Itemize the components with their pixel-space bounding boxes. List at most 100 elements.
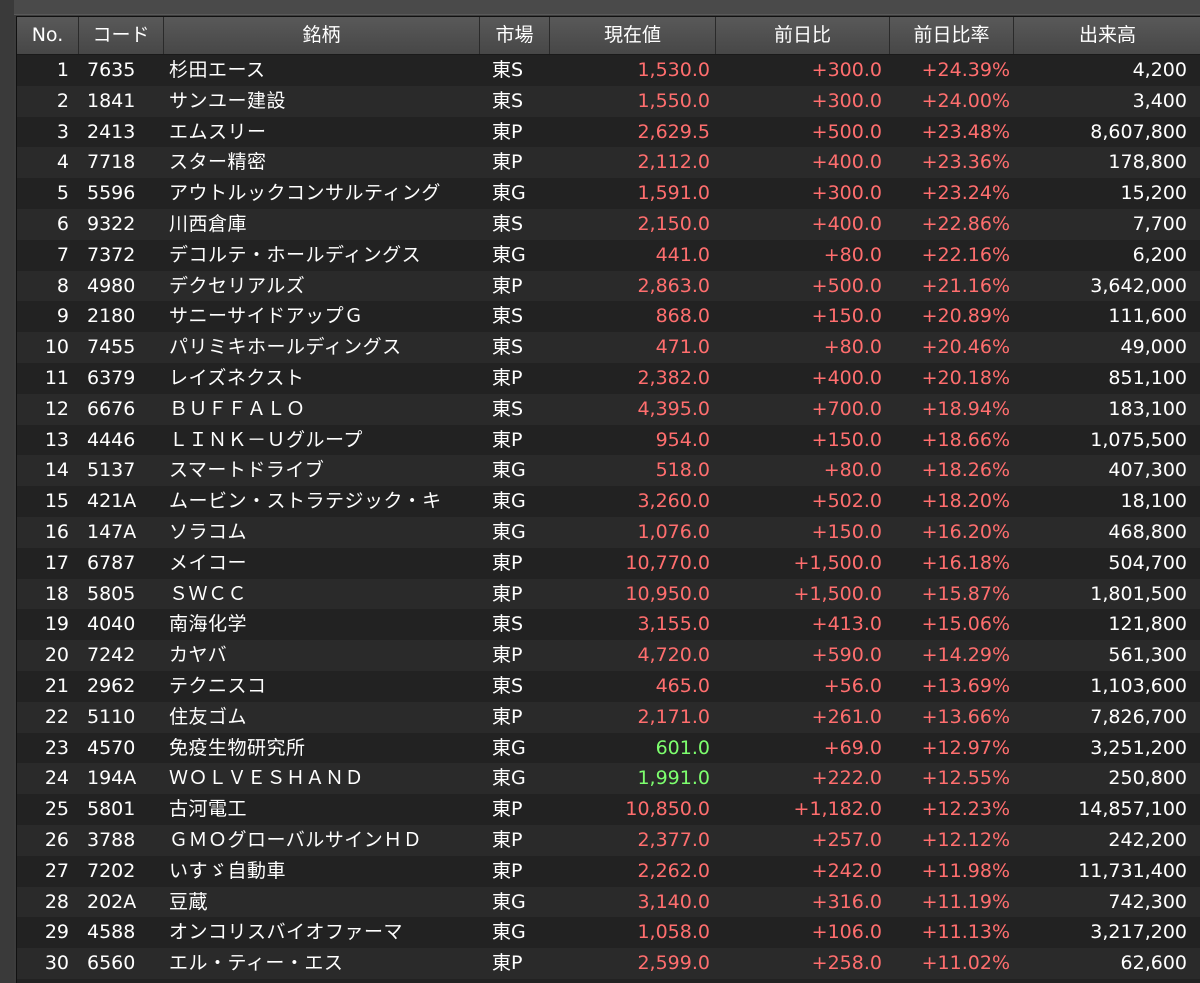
row-number: 28: [44, 890, 69, 913]
current-price: 2,150.0: [637, 213, 710, 235]
table-row[interactable]: 9 2180 サニーサイドアップＧ 東S 868.0 +150.0 +20.89% 111,6…: [17, 301, 1200, 333]
stock-code: 1841: [87, 89, 136, 112]
change-rate: +12.97%: [921, 736, 1010, 759]
stock-code: 4588: [87, 921, 136, 944]
price-change: +400.0: [811, 151, 882, 174]
trade-volume: 3,642,000: [1090, 274, 1187, 297]
column-header-change-rate[interactable]: 前日比率: [890, 17, 1014, 54]
price-change: +400.0: [811, 367, 882, 389]
column-header-market[interactable]: 市場: [480, 17, 550, 54]
stock-name: ＷＯＬＶＥＳＨＡＮＤ: [169, 767, 365, 790]
market-label: 東S: [492, 397, 524, 420]
change-rate: +12.23%: [921, 798, 1010, 821]
change-rate: +18.20%: [921, 490, 1010, 513]
table-row[interactable]: 2 1841 サンユー建設 東S 1,550.0 +300.0 +24.00% 3,400: [17, 85, 1200, 117]
table-row[interactable]: 10 7455 パリミキホールディングス 東S 471.0 +80.0 +20.46% 49,…: [17, 332, 1200, 363]
current-price: 1,591.0: [637, 182, 710, 205]
table-row[interactable]: 19 4040 南海化学 東S 3,155.0 +413.0 +15.06% 121,800: [17, 609, 1200, 641]
column-header-change[interactable]: 前日比: [716, 17, 890, 54]
table-row[interactable]: 15 421A ムービン・ストラテジック・キ 東G 3,260.0 +502.0 +18.2…: [17, 486, 1200, 517]
stock-name: 川西倉庫: [169, 213, 248, 235]
table-row[interactable]: 21 2962 テクニスコ 東S 465.0 +56.0 +13.69% 1,103,600: [17, 671, 1200, 702]
stock-code: 6560: [87, 952, 136, 975]
current-price: 2,382.0: [637, 367, 710, 389]
stock-name: 南海化学: [169, 613, 248, 636]
table-row[interactable]: 27 7202 いすゞ自動車 東P 2,262.0 +242.0 +11.98% 11,731…: [17, 855, 1200, 887]
row-number: 16: [44, 521, 69, 543]
market-label: 東G: [492, 243, 526, 266]
trade-volume: 1,075,500: [1090, 428, 1187, 451]
table-row[interactable]: 5 5596 アウトルックコンサルティング 東G 1,591.0 +300.0 +23.24…: [17, 178, 1200, 209]
table-row[interactable]: 4 7718 スター精密 東P 2,112.0 +400.0 +23.36% 178,800: [17, 147, 1200, 179]
table-row[interactable]: 29 4588 オンコリスバイオファーマ 東G 1,058.0 +106.0 +11.13%…: [17, 917, 1200, 949]
current-price: 1,530.0: [637, 59, 710, 81]
table-row[interactable]: 30 6560 エル・ティー・エス 東P 2,599.0 +258.0 +11.02% 62,…: [17, 948, 1200, 979]
stock-code: 7202: [87, 859, 136, 882]
stock-name: サニーサイドアップＧ: [169, 305, 364, 328]
trade-volume: 6,200: [1132, 243, 1187, 266]
table-row[interactable]: 12 6676 ＢＵＦＦＡＬＯ 東S 4,395.0 +700.0 +18.94% 183,1…: [17, 393, 1200, 425]
change-rate: +11.98%: [921, 859, 1010, 882]
table-row[interactable]: 24 194A ＷＯＬＶＥＳＨＡＮＤ 東G 1,991.0 +222.0 +12.55% 25…: [17, 763, 1200, 795]
current-price: 4,395.0: [637, 397, 710, 420]
change-rate: +11.19%: [921, 890, 1010, 913]
price-change: +80.0: [823, 459, 882, 482]
stock-name: カヤバ: [169, 644, 228, 667]
column-header-volume[interactable]: 出来高: [1014, 17, 1200, 54]
stock-code: 421A: [87, 490, 137, 513]
table-row[interactable]: 7 7372 デコルテ・ホールディングス 東G 441.0 +80.0 +22.16% 6,2…: [17, 239, 1200, 271]
table-row[interactable]: 26 3788 ＧＭＯグローバルサインＨＤ 東P 2,377.0 +257.0 +12.12…: [17, 825, 1200, 856]
change-rate: +20.89%: [921, 305, 1010, 328]
row-number: 10: [44, 336, 69, 359]
stock-name: 古河電工: [169, 798, 248, 821]
trade-volume: 7,700: [1132, 213, 1187, 235]
table-row[interactable]: 17 6787 メイコー 東P 10,770.0 +1,500.0 +16.18% 504,7…: [17, 547, 1200, 579]
stock-code: 202A: [87, 890, 137, 913]
current-price: 471.0: [655, 336, 710, 359]
current-price: 10,950.0: [625, 582, 710, 605]
stock-ranking-table: No. コード 銘柄 市場 現在値 前日比 前日比率 出来高 1 7635 杉田エー…: [16, 16, 1200, 983]
stock-code: 5596: [87, 182, 136, 205]
stock-code: 6676: [87, 397, 136, 420]
market-label: 東S: [492, 305, 524, 328]
table-row[interactable]: 11 6379 レイズネクスト 東P 2,382.0 +400.0 +20.18% 851,1…: [17, 363, 1200, 394]
stock-name: 免疫生物研究所: [169, 736, 306, 759]
column-header-code[interactable]: コード: [79, 17, 164, 54]
table-row[interactable]: 3 2413 エムスリー 東P 2,629.5 +500.0 +23.48% 8,607,80…: [17, 116, 1200, 148]
table-row[interactable]: 25 5801 古河電工 東P 10,850.0 +1,182.0 +12.23% 14,85…: [17, 794, 1200, 825]
table-row[interactable]: 14 5137 スマートドライブ 東G 518.0 +80.0 +18.26% 407,300: [17, 455, 1200, 487]
trade-volume: 1,103,600: [1090, 675, 1187, 697]
table-row[interactable]: 6 9322 川西倉庫 東S 2,150.0 +400.0 +22.86% 7,700: [17, 209, 1200, 240]
price-change: +300.0: [811, 59, 882, 81]
trade-volume: 15,200: [1120, 182, 1187, 205]
change-rate: +16.20%: [921, 521, 1010, 543]
table-row[interactable]: 22 5110 住友ゴム 東P 2,171.0 +261.0 +13.66% 7,826,70…: [17, 701, 1200, 733]
price-change: +413.0: [811, 613, 882, 636]
table-row[interactable]: 13 4446 ＬＩＮＫ－Ｕグループ 東P 954.0 +150.0 +18.66% 1,07…: [17, 424, 1200, 456]
trade-volume: 407,300: [1108, 459, 1187, 482]
row-number: 29: [44, 921, 69, 944]
table-row[interactable]: 23 4570 免疫生物研究所 東G 601.0 +69.0 +12.97% 3,251,20…: [17, 732, 1200, 764]
table-row[interactable]: 16 147A ソラコム 東G 1,076.0 +150.0 +16.20% 468,800: [17, 517, 1200, 548]
price-change: +261.0: [811, 705, 882, 728]
current-price: 954.0: [655, 428, 710, 451]
table-row[interactable]: 28 202A 豆蔵 東G 3,140.0 +316.0 +11.19% 742,300: [17, 886, 1200, 918]
current-price: 441.0: [655, 243, 710, 266]
table-row[interactable]: 1 7635 杉田エース 東S 1,530.0 +300.0 +24.39% 4,200: [17, 55, 1200, 86]
row-number: 20: [44, 644, 69, 667]
market-label: 東G: [492, 921, 526, 944]
table-row[interactable]: 18 5805 ＳＷＣＣ 東P 10,950.0 +1,500.0 +15.87% 1,801…: [17, 578, 1200, 610]
column-header-price[interactable]: 現在値: [550, 17, 716, 54]
column-header-no[interactable]: No.: [17, 17, 79, 54]
stock-code: 6787: [87, 551, 136, 574]
market-label: 東P: [492, 644, 523, 667]
row-number: 27: [44, 859, 69, 882]
column-header-name[interactable]: 銘柄: [164, 17, 480, 54]
current-price: 2,629.5: [637, 120, 710, 143]
stock-name: デコルテ・ホールディングス: [169, 243, 422, 266]
market-label: 東G: [492, 521, 526, 543]
table-row[interactable]: 8 4980 デクセリアルズ 東P 2,863.0 +500.0 +21.16% 3,642,…: [17, 270, 1200, 302]
change-rate: +14.29%: [921, 644, 1010, 667]
table-row[interactable]: 20 7242 カヤバ 東P 4,720.0 +590.0 +14.29% 561,300: [17, 640, 1200, 671]
current-price: 2,262.0: [637, 859, 710, 882]
